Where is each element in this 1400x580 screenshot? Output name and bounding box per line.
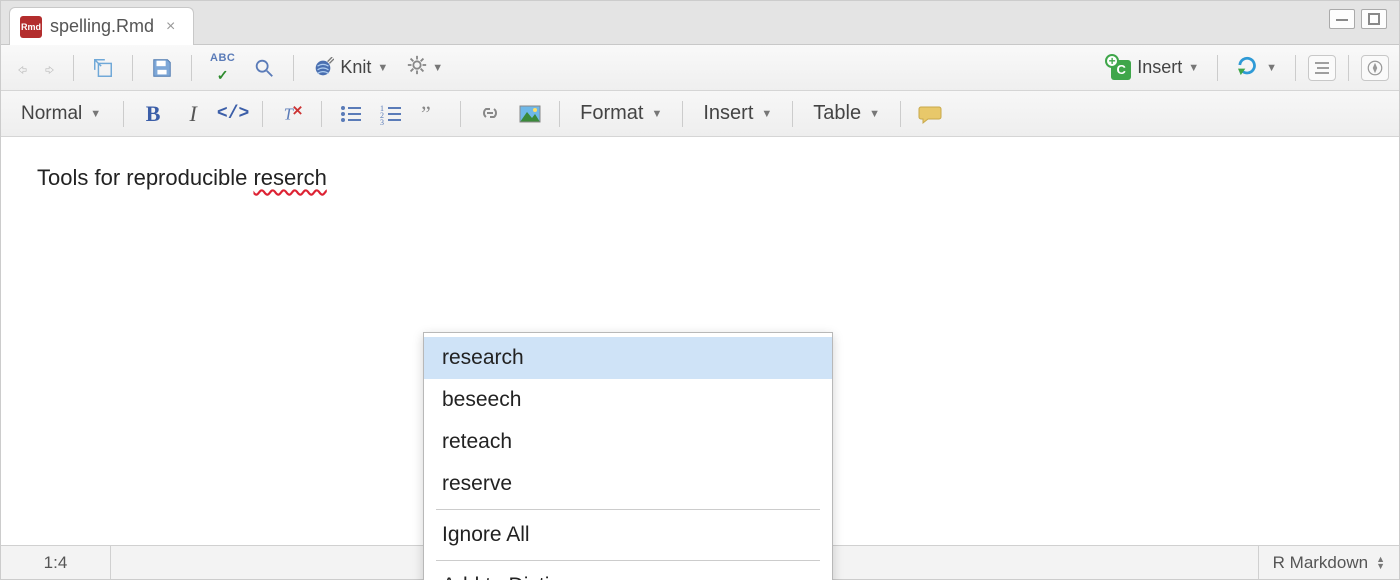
toolbar-separator xyxy=(293,55,294,81)
spell-ignore-all[interactable]: Ignore All xyxy=(424,514,832,556)
insert-chunk-icon: C+ xyxy=(1107,56,1131,80)
table-menu-label: Table xyxy=(813,102,861,125)
toolbar-separator xyxy=(460,101,461,127)
chevron-down-icon: ▼ xyxy=(90,108,101,120)
insert-chunk-dropdown-icon[interactable]: ▼ xyxy=(1188,62,1199,74)
run-button[interactable]: ▼ xyxy=(1230,50,1283,85)
nav-back-button[interactable] xyxy=(11,57,33,79)
blockquote-button[interactable]: ” xyxy=(414,99,448,129)
cursor-position[interactable]: 1:4 xyxy=(1,546,111,579)
insert-image-button[interactable] xyxy=(513,99,547,129)
popout-window-button[interactable] xyxy=(86,53,120,83)
pane-minimize-button[interactable] xyxy=(1329,9,1355,29)
toolbar-separator xyxy=(1348,55,1349,81)
code-button[interactable]: </> xyxy=(216,99,250,129)
save-button[interactable] xyxy=(145,53,179,83)
spell-suggestion[interactable]: reserve xyxy=(424,463,832,505)
bullet-list-button[interactable] xyxy=(334,99,368,129)
knit-button[interactable]: Knit ▼ xyxy=(306,53,394,83)
pane-maximize-button[interactable] xyxy=(1361,9,1387,29)
insert-chunk-label: Insert xyxy=(1137,57,1182,78)
insert-menu-label: Insert xyxy=(703,102,753,125)
toolbar-separator xyxy=(191,55,192,81)
gear-dropdown-icon: ▼ xyxy=(432,62,443,74)
comment-button[interactable] xyxy=(913,99,947,129)
toolbar-separator xyxy=(262,101,263,127)
spell-suggestion[interactable]: beseech xyxy=(424,379,832,421)
gear-icon xyxy=(406,54,428,81)
toolbar-separator xyxy=(900,101,901,127)
knit-dropdown-icon[interactable]: ▼ xyxy=(377,62,388,74)
outline-toggle-button[interactable] xyxy=(1308,55,1336,81)
find-replace-button[interactable] xyxy=(247,53,281,83)
editor-content-area[interactable]: Tools for reproducible reserch research … xyxy=(1,137,1399,545)
rmarkdown-file-icon: Rmd xyxy=(20,16,42,38)
knit-options-button[interactable]: ▼ xyxy=(400,50,449,85)
document-language-label: R Markdown xyxy=(1273,553,1368,573)
tab-close-icon[interactable]: × xyxy=(162,18,179,36)
menu-divider xyxy=(436,560,820,561)
insert-link-button[interactable] xyxy=(473,99,507,129)
insert-chunk-button[interactable]: C+ Insert ▼ xyxy=(1101,52,1205,84)
spell-suggestion[interactable]: reteach xyxy=(424,421,832,463)
toolbar-separator xyxy=(123,101,124,127)
toolbar-separator xyxy=(792,101,793,127)
paragraph-style-dropdown[interactable]: Normal ▼ xyxy=(11,99,111,129)
table-menu[interactable]: Table ▼ xyxy=(805,98,888,129)
knit-yarn-icon xyxy=(312,57,334,79)
nav-forward-button[interactable] xyxy=(39,57,61,79)
knit-label: Knit xyxy=(340,57,371,78)
chevron-down-icon: ▼ xyxy=(761,108,772,120)
language-stepper-icon: ▲▼ xyxy=(1376,556,1385,570)
spellcheck-check-icon: ✓ xyxy=(217,68,229,82)
chevron-down-icon: ▼ xyxy=(869,108,880,120)
svg-text:T: T xyxy=(284,104,295,123)
tab-bar: Rmd spelling.Rmd × xyxy=(1,1,1399,45)
menu-divider xyxy=(436,509,820,510)
svg-text:”: ” xyxy=(421,103,431,125)
main-toolbar: ABC ✓ Knit ▼ ▼ C+ Insert ▼ xyxy=(1,45,1399,91)
toolbar-separator xyxy=(559,101,560,127)
clear-formatting-button[interactable]: T xyxy=(275,99,309,129)
insert-menu[interactable]: Insert ▼ xyxy=(695,98,780,129)
pane-window-controls xyxy=(1329,9,1387,29)
misspelled-word[interactable]: reserch xyxy=(253,165,326,190)
italic-button[interactable]: I xyxy=(176,99,210,129)
spellcheck-abc-label: ABC xyxy=(210,53,235,64)
format-menu-label: Format xyxy=(580,102,643,125)
bold-button[interactable]: B xyxy=(136,99,170,129)
spell-add-dictionary[interactable]: Add to Dictionary xyxy=(424,565,832,580)
editor-window: Rmd spelling.Rmd × ABC ✓ xyxy=(0,0,1400,580)
document-tab[interactable]: Rmd spelling.Rmd × xyxy=(9,7,194,45)
toolbar-separator xyxy=(1295,55,1296,81)
run-icon xyxy=(1236,54,1262,81)
format-menu[interactable]: Format ▼ xyxy=(572,98,670,129)
toolbar-separator xyxy=(132,55,133,81)
editor-text: Tools for reproducible xyxy=(37,165,253,190)
run-dropdown-icon[interactable]: ▼ xyxy=(1266,62,1277,74)
toolbar-separator xyxy=(321,101,322,127)
spellcheck-context-menu: research beseech reteach reserve Ignore … xyxy=(423,332,833,580)
toolbar-separator xyxy=(73,55,74,81)
toolbar-separator xyxy=(1217,55,1218,81)
chevron-down-icon: ▼ xyxy=(651,108,662,120)
svg-text:3: 3 xyxy=(380,118,384,125)
document-language-selector[interactable]: R Markdown ▲▼ xyxy=(1258,546,1399,579)
format-toolbar: Normal ▼ B I </> T 123 ” Format ▼ xyxy=(1,91,1399,137)
spell-suggestion[interactable]: research xyxy=(424,337,832,379)
publish-button[interactable] xyxy=(1361,55,1389,81)
spellcheck-button[interactable]: ABC ✓ xyxy=(204,49,241,86)
paragraph-style-label: Normal xyxy=(21,103,82,125)
tab-filename: spelling.Rmd xyxy=(50,16,154,37)
numbered-list-button[interactable]: 123 xyxy=(374,99,408,129)
toolbar-separator xyxy=(682,101,683,127)
